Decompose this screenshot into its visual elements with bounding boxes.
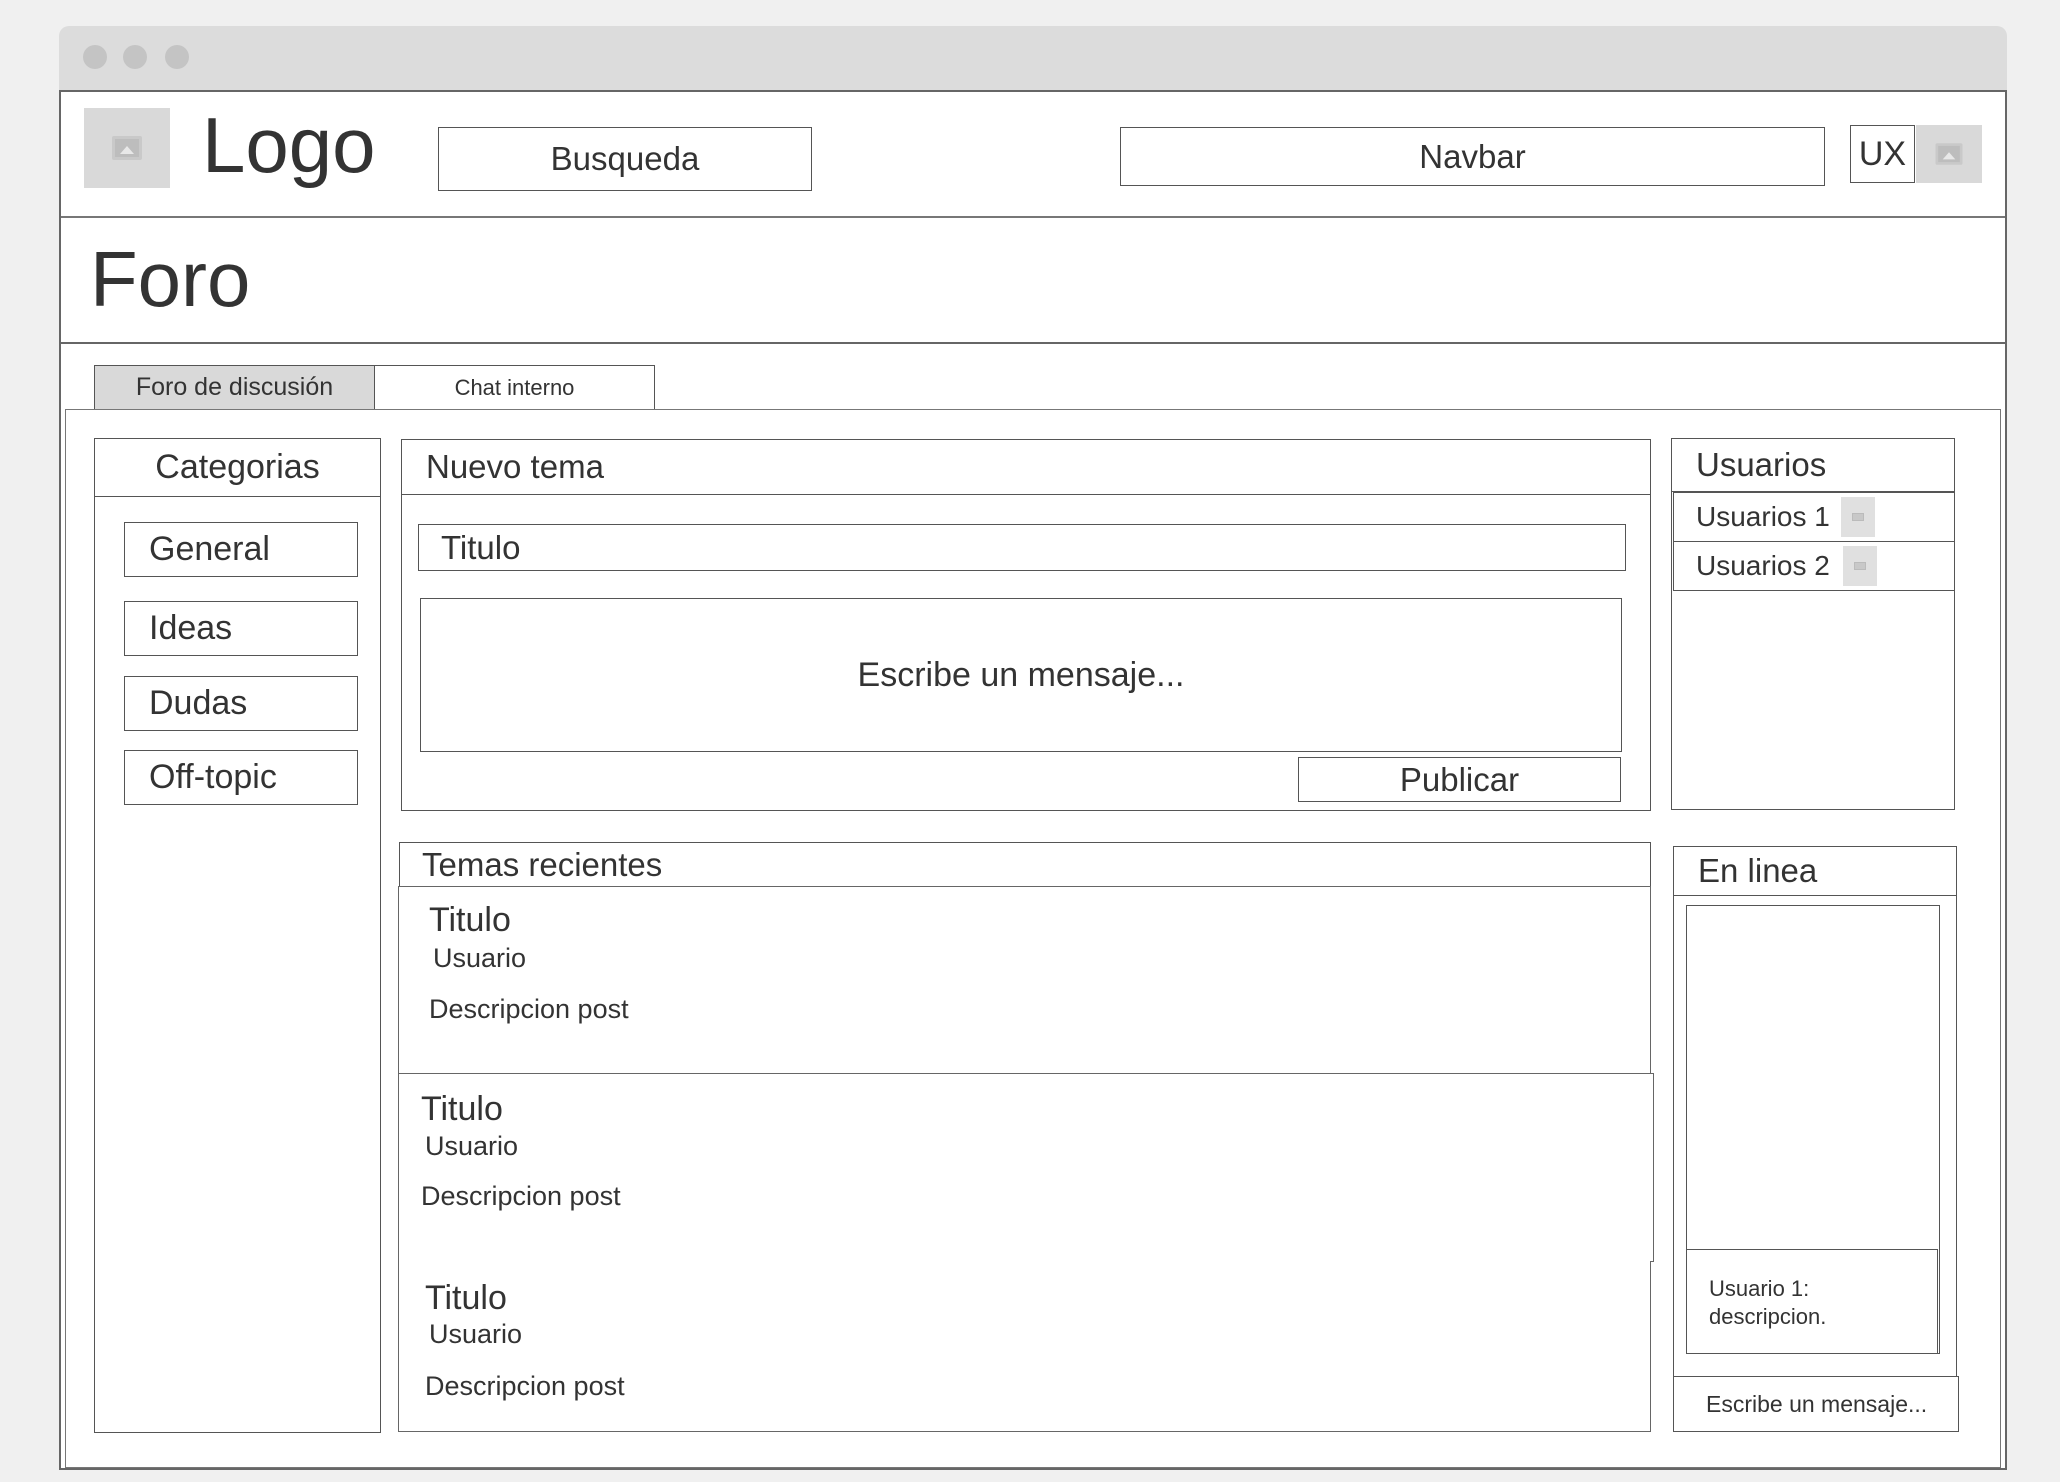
- user-name: Usuarios 1: [1696, 501, 1830, 532]
- user-row[interactable]: Usuarios 2: [1673, 541, 1955, 591]
- avatar-image-icon[interactable]: [1916, 125, 1982, 183]
- users-title: Usuarios: [1671, 438, 1955, 492]
- recent-post[interactable]: Titulo Usuario Descripcion post: [398, 1073, 1654, 1262]
- new-topic-title: Nuevo tema: [401, 439, 1651, 495]
- topic-message-textarea[interactable]: Escribe un mensaje...: [420, 598, 1622, 752]
- post-title: Titulo: [425, 1279, 507, 1317]
- category-general-button[interactable]: General: [124, 522, 358, 577]
- user-name: Usuarios 2: [1696, 550, 1830, 581]
- header-divider: [61, 216, 2005, 218]
- online-title: En linea: [1673, 846, 1957, 896]
- chat-message-author: Usuario 1:: [1709, 1276, 1810, 1301]
- logo-image-icon: [84, 108, 170, 188]
- user-image-icon: [1841, 497, 1875, 537]
- search-input[interactable]: Busqueda: [438, 127, 812, 191]
- post-user: Usuario: [433, 943, 527, 973]
- post-user: Usuario: [429, 1319, 523, 1349]
- window-maximize-dot[interactable]: [165, 45, 189, 69]
- categories-title: Categorias: [94, 438, 381, 497]
- tab-chat-interno[interactable]: Chat interno: [374, 365, 655, 410]
- post-description: Descripcion post: [425, 1371, 625, 1401]
- window-close-dot[interactable]: [83, 45, 107, 69]
- recent-post[interactable]: Titulo Usuario Descripcion post: [398, 1261, 1651, 1432]
- chat-message-text: descripcion.: [1709, 1304, 1827, 1329]
- logo-text: Logo: [202, 101, 376, 189]
- post-user: Usuario: [425, 1131, 519, 1161]
- user-row[interactable]: Usuarios 1: [1673, 492, 1955, 542]
- ux-button[interactable]: UX: [1850, 125, 1915, 183]
- categories-panel: [94, 438, 381, 1433]
- recent-topics-title: Temas recientes: [399, 842, 1651, 887]
- post-title: Titulo: [429, 901, 511, 939]
- title-divider: [61, 342, 2005, 344]
- publish-button[interactable]: Publicar: [1298, 757, 1621, 802]
- window-minimize-dot[interactable]: [123, 45, 147, 69]
- tab-foro-discusion[interactable]: Foro de discusión: [94, 365, 375, 410]
- post-title: Titulo: [421, 1090, 503, 1128]
- post-description: Descripcion post: [429, 994, 629, 1024]
- chat-input[interactable]: Escribe un mensaje...: [1673, 1376, 1959, 1432]
- page-title: Foro: [90, 235, 251, 323]
- chat-message: Usuario 1: descripcion.: [1686, 1249, 1938, 1354]
- category-dudas-button[interactable]: Dudas: [124, 676, 358, 731]
- recent-post[interactable]: Titulo Usuario Descripcion post: [398, 886, 1651, 1074]
- navbar[interactable]: Navbar: [1120, 127, 1825, 186]
- topic-title-field[interactable]: Titulo: [418, 524, 1626, 571]
- window-titlebar: [59, 26, 2007, 92]
- post-description: Descripcion post: [421, 1181, 621, 1211]
- user-image-icon: [1843, 546, 1877, 586]
- category-ideas-button[interactable]: Ideas: [124, 601, 358, 656]
- category-offtopic-button[interactable]: Off-topic: [124, 750, 358, 805]
